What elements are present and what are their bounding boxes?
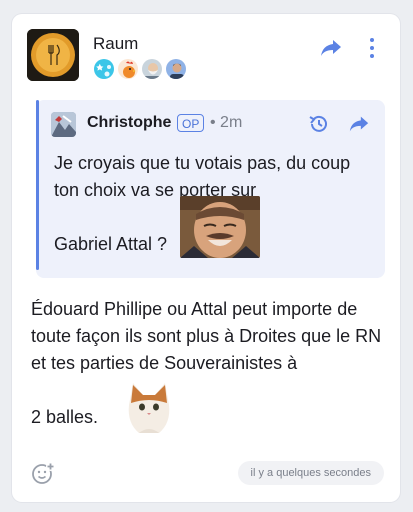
share-icon[interactable]: [348, 114, 370, 134]
message-time: il y a quelques secondes: [237, 461, 384, 485]
message-text: Édouard Phillipe ou Attal peut importe d…: [31, 296, 391, 431]
rooster-avatar-icon: [117, 58, 139, 80]
history-icon[interactable]: [308, 113, 330, 135]
bearded-man-avatar-icon: [141, 58, 163, 80]
quote-accent-bar: [36, 100, 39, 270]
member-avatars[interactable]: [93, 58, 189, 80]
cat-sticker[interactable]: [119, 377, 179, 437]
message-card: Raum Christophe OP • 2m Je croyais que t…: [12, 14, 400, 502]
person-avatar-icon: [165, 58, 187, 80]
message-text-line1: Édouard Phillipe ou Attal peut importe d…: [31, 299, 382, 373]
add-reaction-icon[interactable]: [31, 461, 55, 485]
quote-text-line1: Je croyais que tu votais pas, du coup to…: [54, 153, 351, 200]
share-icon[interactable]: [319, 38, 343, 58]
quoted-message[interactable]: Christophe OP • 2m Je croyais que tu vot…: [36, 100, 385, 278]
quote-text-line2: Gabriel Attal ?: [54, 234, 168, 254]
author-avatar[interactable]: [51, 112, 76, 137]
laughing-man-sticker[interactable]: [180, 196, 260, 258]
author-name[interactable]: Christophe: [87, 114, 171, 132]
quote-timestamp: • 2m: [210, 114, 243, 131]
op-badge: OP: [177, 114, 205, 132]
room-name[interactable]: Raum: [93, 34, 138, 54]
room-avatar[interactable]: [27, 29, 79, 81]
more-options-icon[interactable]: [364, 36, 380, 60]
message-text-line2: 2 balles.: [31, 407, 99, 427]
stars-avatar-icon: [93, 58, 115, 80]
